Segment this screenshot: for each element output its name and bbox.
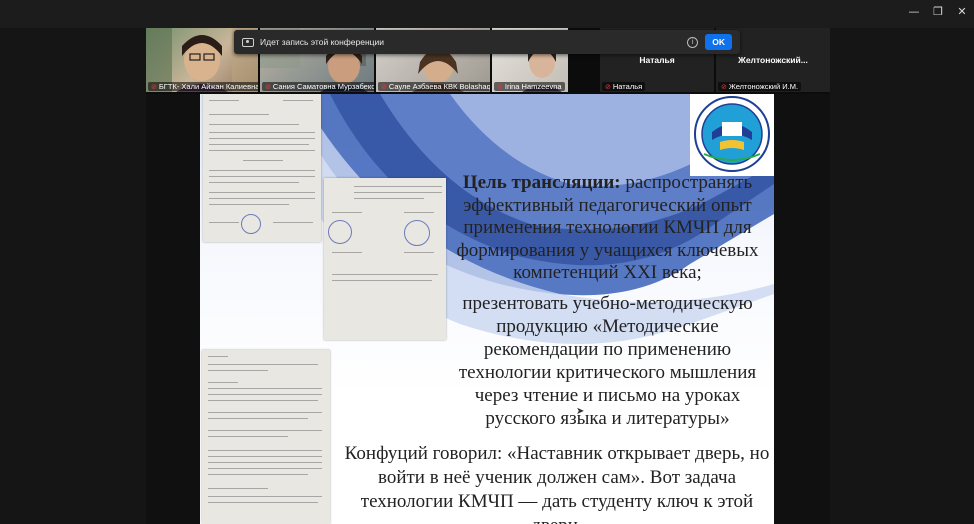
seal-stamp-icon — [241, 214, 261, 234]
window-titlebar: — ❐ ✕ — [0, 0, 974, 28]
window-controls: — ❐ ✕ — [902, 0, 974, 22]
mic-muted-icon: ⊘ — [721, 83, 727, 91]
document-scan — [203, 94, 321, 242]
slide-presentation-text: презентовать учебно-методическую продукц… — [458, 293, 757, 429]
seal-stamp-icon — [328, 220, 352, 244]
participant-name: ⊘ Irina Hamzeevna — [494, 82, 565, 91]
participant-display-name: Наталья — [639, 55, 675, 65]
recording-notice: Идет запись этой конференции — [260, 37, 385, 47]
mic-muted-icon: ⊘ — [497, 83, 503, 91]
mic-muted-icon: ⊘ — [151, 83, 157, 91]
slide-quote: Конфуций говорил: «Наставник открывает д… — [344, 443, 770, 524]
mic-muted-icon: ⊘ — [381, 83, 387, 91]
recording-banner: Идет запись этой конференции i OK — [234, 30, 740, 54]
slide-goal-text: Цель трансляции: распространять эффектив… — [445, 172, 770, 285]
restore-button[interactable]: ❐ — [926, 0, 950, 22]
mic-muted-icon: ⊘ — [605, 83, 611, 91]
recording-icon — [242, 37, 254, 47]
mouse-cursor-icon: ➤ — [576, 406, 585, 417]
participant-name: ⊘ Сауле Азбаева КВК Bolashaq — [378, 82, 490, 91]
participant-name: ⊘ Сания Саматовна Мурзабекова — [262, 82, 374, 91]
participant-name: ⊘ Наталья — [602, 82, 646, 91]
close-button[interactable]: ✕ — [950, 0, 974, 22]
college-emblem-icon — [694, 96, 770, 172]
mic-muted-icon: ⊘ — [265, 83, 271, 91]
document-scan — [202, 350, 330, 524]
stage-right-margin — [830, 28, 974, 524]
participant-name: ⊘ БГТК- Хали Айжан Калиевна — [148, 82, 258, 91]
participant-name: ⊘ Желтоножский И.М. — [718, 82, 802, 91]
participant-display-name: Желтоножский... — [738, 55, 808, 65]
document-scan — [324, 178, 446, 340]
college-logo — [690, 94, 774, 176]
shared-slide: Цель трансляции: распространять эффектив… — [200, 94, 774, 524]
minimize-button[interactable]: — — [902, 0, 926, 22]
seal-stamp-icon — [404, 220, 430, 246]
info-icon[interactable]: i — [687, 36, 699, 48]
ok-button[interactable]: OK — [705, 34, 732, 50]
slide-goal-heading: Цель трансляции: — [462, 172, 621, 193]
stage-left-margin — [0, 28, 146, 524]
